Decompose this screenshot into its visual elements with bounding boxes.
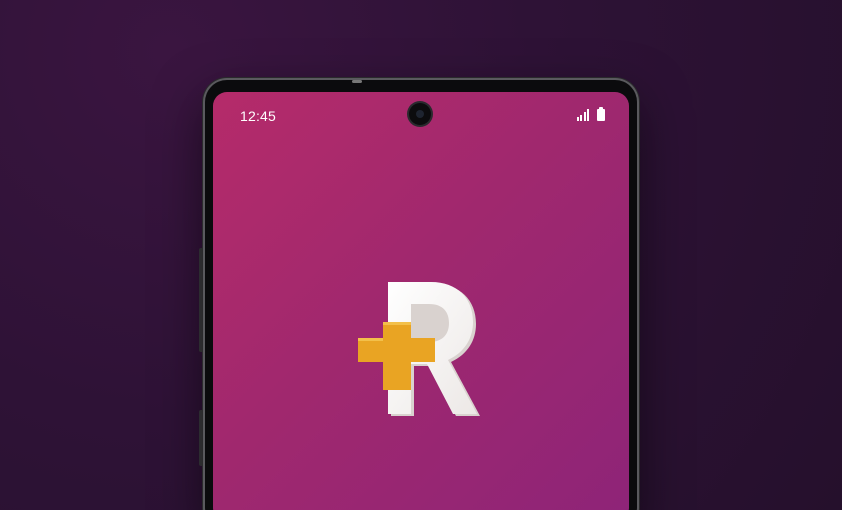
power-button	[199, 410, 204, 466]
front-camera	[409, 103, 431, 125]
app-logo-r-plus-icon[interactable]	[353, 272, 483, 422]
battery-full-icon	[597, 107, 605, 121]
status-time: 12:45	[240, 108, 277, 124]
signal-bars-icon	[576, 109, 589, 121]
volume-button	[199, 248, 204, 352]
phone-screen: 12:45	[213, 92, 629, 510]
status-icons	[576, 107, 605, 121]
phone-speaker	[352, 80, 362, 83]
